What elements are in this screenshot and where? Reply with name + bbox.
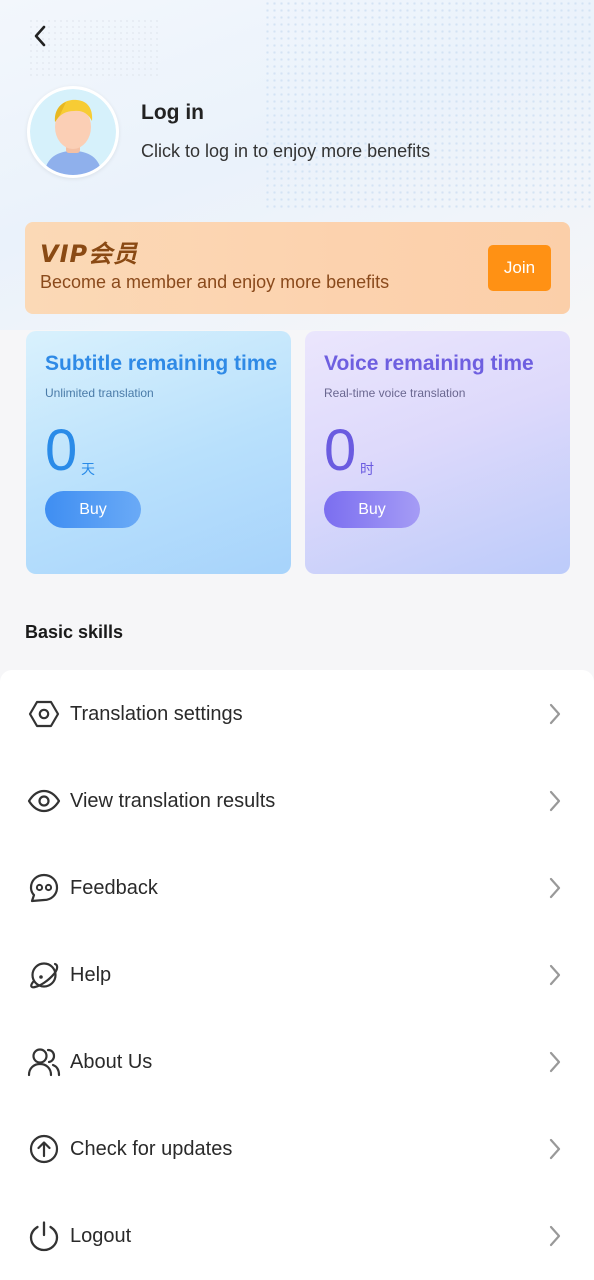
vip-banner[interactable]: VIP会员 Become a member and enjoy more ben… xyxy=(25,222,570,314)
card-subtitle: Unlimited translation xyxy=(45,386,154,400)
chevron-right-icon xyxy=(546,963,564,987)
back-button[interactable] xyxy=(26,22,54,50)
menu-item-label: About Us xyxy=(70,1050,153,1073)
chevron-right-icon xyxy=(546,1137,564,1161)
users-icon xyxy=(27,1045,61,1079)
menu-item-logout[interactable]: Logout xyxy=(0,1206,594,1266)
eye-icon xyxy=(27,784,61,818)
planet-icon xyxy=(27,958,61,992)
chevron-left-icon xyxy=(34,25,46,47)
menu-item-check-for-updates[interactable]: Check for updates xyxy=(0,1119,594,1179)
menu-item-about-us[interactable]: About Us xyxy=(0,1032,594,1092)
voice-time-card: Voice remaining time Real-time voice tra… xyxy=(305,331,570,574)
menu-item-label: Check for updates xyxy=(70,1137,233,1160)
vip-logo: VIP会员 xyxy=(40,240,139,268)
join-button[interactable]: Join xyxy=(488,245,551,291)
user-avatar-icon xyxy=(30,89,116,175)
menu-item-feedback[interactable]: Feedback xyxy=(0,858,594,918)
dot-pattern-decoration xyxy=(264,0,594,210)
remaining-unit: 时 xyxy=(360,461,374,477)
chevron-right-icon xyxy=(546,1224,564,1248)
menu-item-view-translation-results[interactable]: View translation results xyxy=(0,771,594,831)
subtitle-time-card: Subtitle remaining time Unlimited transl… xyxy=(26,331,291,574)
vip-description: Become a member and enjoy more benefits xyxy=(40,272,390,292)
buy-voice-button[interactable]: Buy xyxy=(324,491,420,528)
remaining-unit: 天 xyxy=(81,461,95,477)
chevron-right-icon xyxy=(546,789,564,813)
remaining-value: 0 xyxy=(324,418,357,483)
menu-item-translation-settings[interactable]: Translation settings xyxy=(0,684,594,744)
card-title: Voice remaining time xyxy=(324,352,534,375)
menu-item-label: View translation results xyxy=(70,789,276,812)
login-title[interactable]: Log in xyxy=(141,101,204,125)
menu-list: Translation settings View translation re… xyxy=(0,670,594,1280)
menu-item-help[interactable]: Help xyxy=(0,945,594,1005)
chevron-right-icon xyxy=(546,876,564,900)
chevron-right-icon xyxy=(546,702,564,726)
chevron-right-icon xyxy=(546,1050,564,1074)
card-subtitle: Real-time voice translation xyxy=(324,386,466,400)
card-title: Subtitle remaining time xyxy=(45,352,278,375)
menu-item-label: Help xyxy=(70,963,112,986)
section-title: Basic skills xyxy=(25,622,124,642)
power-icon xyxy=(27,1219,61,1253)
remaining-value: 0 xyxy=(45,418,78,483)
buy-subtitle-button[interactable]: Buy xyxy=(45,491,141,528)
menu-item-label: Logout xyxy=(70,1224,132,1247)
chat-bubble-icon xyxy=(27,871,61,905)
avatar[interactable] xyxy=(27,86,119,178)
menu-item-label: Translation settings xyxy=(70,702,243,725)
settings-hexagon-icon xyxy=(27,697,61,731)
upload-circle-icon xyxy=(27,1132,61,1166)
menu-item-label: Feedback xyxy=(70,876,158,899)
login-subtitle[interactable]: Click to log in to enjoy more benefits xyxy=(141,141,430,162)
